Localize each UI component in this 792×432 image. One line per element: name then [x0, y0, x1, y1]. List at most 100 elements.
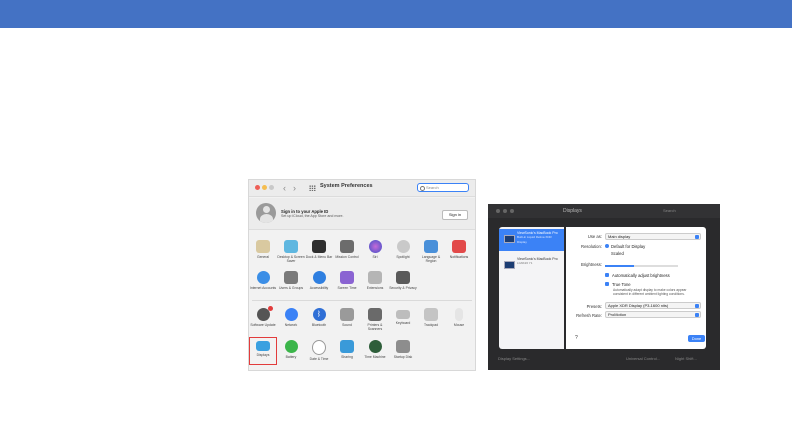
- pane-label: Accessibility: [309, 285, 329, 290]
- pane-label: Security & Privacy: [389, 285, 417, 290]
- pane-label: Sound: [342, 322, 352, 327]
- pane-mouse[interactable]: Mouse: [445, 308, 473, 327]
- back-arrow-icon[interactable]: ‹: [283, 183, 286, 193]
- siri-icon: [368, 240, 382, 253]
- pane-spotlight[interactable]: Spotlight: [389, 240, 417, 259]
- pane-desktop-screen-saver[interactable]: Desktop & Screen Saver: [277, 240, 305, 263]
- done-button[interactable]: Done: [688, 335, 705, 342]
- pane-label: Screen Time: [337, 285, 357, 290]
- brightness-fill: [605, 265, 635, 267]
- pane-network[interactable]: Network: [277, 308, 305, 327]
- pane-keyboard[interactable]: Keyboard: [389, 308, 417, 325]
- update-badge: [267, 306, 273, 311]
- pane-bluetooth[interactable]: ᛒ Bluetooth: [305, 308, 333, 327]
- pane-label: Language & Region: [421, 254, 441, 263]
- spotlight-icon: [396, 240, 410, 253]
- users-icon: [284, 271, 298, 284]
- display-text: ViewSonic's MacBook Pro LG6K26 Y1: [517, 257, 558, 266]
- pane-accessibility[interactable]: Accessibility: [305, 271, 333, 290]
- house-lock-icon: [396, 271, 410, 284]
- true-tone-description: Automatically adapt display to make colo…: [613, 288, 687, 296]
- search-icon: [420, 185, 425, 191]
- show-all-grid-icon[interactable]: [309, 185, 316, 191]
- avatar-body: [259, 214, 273, 223]
- zoom-button[interactable]: [269, 185, 274, 190]
- pane-label: Desktop & Screen Saver: [277, 254, 305, 263]
- brightness-slider[interactable]: [605, 265, 678, 267]
- pane-date-time[interactable]: Date & Time: [305, 340, 333, 361]
- pane-label: Time Machine: [364, 354, 386, 359]
- help-button[interactable]: ?: [575, 335, 578, 341]
- close-button[interactable]: [255, 185, 260, 190]
- pane-label: Siri: [372, 254, 378, 259]
- gear-icon: [256, 306, 273, 321]
- chevron-icon: [694, 303, 699, 309]
- mission-control-icon: [340, 240, 354, 253]
- presets-select[interactable]: Apple XDR Display (P3-1600 nits): [605, 302, 701, 309]
- pane-label: Spotlight: [396, 254, 410, 259]
- use-as-label: Use as:: [587, 234, 602, 239]
- resolution-scaled: Scaled: [611, 251, 624, 256]
- pane-security-privacy[interactable]: Security & Privacy: [389, 271, 417, 290]
- display-settings-button[interactable]: Display Settings...: [498, 356, 530, 361]
- use-as-select[interactable]: Main display: [605, 233, 701, 240]
- at-icon: [256, 271, 270, 284]
- trackpad-icon: [424, 308, 438, 321]
- bluetooth-icon: ᛒ: [312, 308, 326, 321]
- pane-language-region[interactable]: Language & Region: [417, 240, 445, 263]
- pane-label: Sharing: [341, 354, 353, 359]
- zoom-button[interactable]: [510, 209, 514, 213]
- avatar[interactable]: [256, 203, 276, 223]
- pane-general[interactable]: General: [249, 240, 277, 259]
- display-text: ViewSonic's MacBook Pro Built-in Liquid …: [517, 231, 559, 244]
- speaker-icon: [340, 308, 354, 321]
- pane-siri[interactable]: Siri: [361, 240, 389, 259]
- pane-extensions[interactable]: Extensions: [361, 271, 389, 290]
- pane-sound[interactable]: Sound: [333, 308, 361, 327]
- true-tone-checkbox[interactable]: [605, 282, 609, 286]
- true-tone-label: True Tone: [612, 282, 631, 287]
- refresh-rate-value: ProMotion: [608, 312, 627, 317]
- pane-printers-scanners[interactable]: Printers & Scanners: [361, 308, 389, 331]
- window-title: Displays: [563, 208, 582, 214]
- use-as-value: Main display: [608, 234, 631, 239]
- night-shift-button[interactable]: Night Shift...: [675, 356, 697, 361]
- pane-time-machine[interactable]: Time Machine: [361, 340, 389, 359]
- forward-arrow-icon[interactable]: ›: [293, 183, 296, 193]
- window-titlebar: Displays Search: [488, 204, 720, 218]
- pane-trackpad[interactable]: Trackpad: [417, 308, 445, 327]
- pane-internet-accounts[interactable]: Internet Accounts: [249, 271, 277, 290]
- notifications-icon: [452, 240, 466, 253]
- globe-icon: [284, 308, 298, 321]
- pane-screen-time[interactable]: Screen Time: [333, 271, 361, 290]
- refresh-rate-select[interactable]: ProMotion: [605, 311, 701, 318]
- battery-icon: [284, 340, 298, 353]
- divider: [252, 300, 472, 301]
- universal-control-button[interactable]: Universal Control...: [626, 356, 660, 361]
- pane-users-groups[interactable]: Users & Groups: [277, 271, 305, 290]
- search-input[interactable]: Search: [663, 208, 676, 213]
- pane-dock-menu-bar[interactable]: Dock & Menu Bar: [305, 240, 333, 259]
- radio-default[interactable]: [605, 244, 609, 248]
- mouse-icon: [455, 308, 463, 321]
- pane-label: Dock & Menu Bar: [305, 254, 333, 259]
- close-button[interactable]: [496, 209, 500, 213]
- refresh-rate-label: Refresh Rate:: [576, 313, 602, 318]
- pane-startup-disk[interactable]: Startup Disk: [389, 340, 417, 359]
- minimize-button[interactable]: [262, 185, 267, 190]
- presets-label: Presets:: [586, 304, 602, 309]
- clock-icon: [312, 340, 326, 355]
- sharing-icon: [340, 340, 354, 353]
- pane-label: Date & Time: [309, 356, 329, 361]
- pane-battery[interactable]: Battery: [277, 340, 305, 359]
- search-input[interactable]: Search: [417, 183, 469, 192]
- auto-brightness-checkbox[interactable]: [605, 273, 609, 277]
- disk-icon: [396, 340, 410, 353]
- minimize-button[interactable]: [503, 209, 507, 213]
- pane-sharing[interactable]: Sharing: [333, 340, 361, 359]
- pane-mission-control[interactable]: Mission Control: [333, 240, 361, 259]
- pane-notifications[interactable]: Notifications: [445, 240, 473, 259]
- pane-label: Notifications: [449, 254, 469, 259]
- pane-software-update[interactable]: Software Update: [249, 306, 277, 327]
- sign-in-button[interactable]: Sign in: [442, 210, 468, 220]
